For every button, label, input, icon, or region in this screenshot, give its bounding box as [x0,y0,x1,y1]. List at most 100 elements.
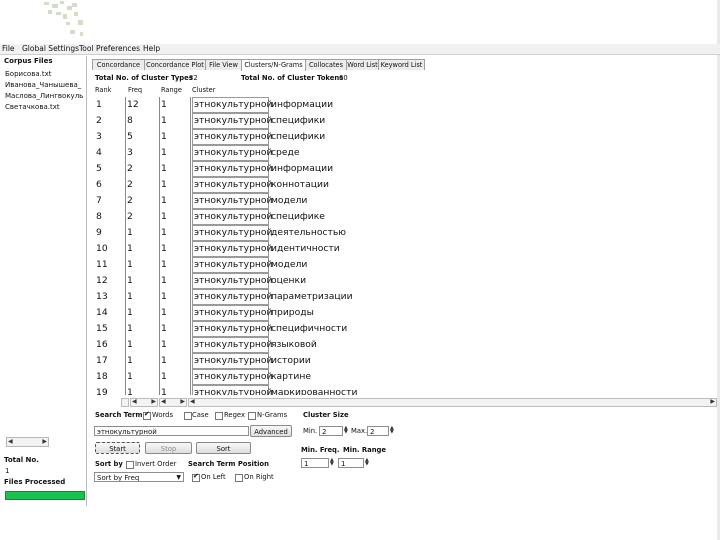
column-divider [190,385,191,395]
search-term-input[interactable]: этнокультурной [94,426,249,436]
cell-range: 1 [161,131,167,142]
column-divider [125,209,126,225]
column-divider [125,305,126,321]
scroll-left-icon[interactable]: ◀ [8,438,13,446]
start-button[interactable]: Start [95,442,140,454]
corpus-file-item[interactable]: Маслова_Лингвокуль [5,92,85,101]
cluster-types-value: 32 [189,74,198,82]
column-divider [190,97,191,113]
tab-keyword-list[interactable]: Keyword List [378,59,425,70]
cell-range: 1 [161,243,167,254]
range-column-scrollbar[interactable]: ◀ ▶ [159,398,187,407]
column-divider [190,353,191,369]
table-row[interactable]: 4 3 1 этнокультурной среде [93,145,715,161]
tab-concordance-plot[interactable]: Concordance Plot [144,59,206,70]
table-row[interactable]: 8 2 1 этнокультурной специфике [93,209,715,225]
table-row[interactable]: 2 8 1 этнокультурной специфики [93,113,715,129]
table-row[interactable]: 6 2 1 этнокультурной коннотации [93,177,715,193]
scroll-right-icon[interactable]: ▶ [180,398,185,406]
on-right-checkbox[interactable] [235,474,243,482]
table-row[interactable]: 11 1 1 этнокультурной модели [93,257,715,273]
table-row[interactable]: 17 1 1 этнокультурной истории [93,353,715,369]
words-checkbox[interactable]: ✔ [143,410,151,420]
min-freq-stepper[interactable]: ▲ ▼ [330,458,334,467]
regex-checkbox[interactable] [215,412,223,420]
invert-order-checkbox[interactable] [126,461,134,469]
tab-clusters-ngrams[interactable]: Clusters/N-Grams [241,59,306,71]
cell-w1: этнокультурной [194,131,273,142]
corpus-file-item[interactable]: Борисова.txt [5,70,85,79]
column-header-cluster[interactable]: Cluster [192,86,215,94]
search-term-label: Search Term [95,411,143,419]
cell-freq: 2 [127,163,133,174]
min-range-input[interactable]: 1 [338,458,364,468]
scroll-left-icon[interactable]: ◀ [190,398,195,406]
scroll-right-icon[interactable]: ▶ [151,398,156,406]
corpus-file-item[interactable]: Иванова_Чанышева_ [5,81,85,90]
table-row[interactable]: 14 1 1 этнокультурной природы [93,305,715,321]
table-row[interactable]: 12 1 1 этнокультурной оценки [93,273,715,289]
tab-bar: Concordance Concordance Plot File View C… [92,59,720,71]
menu-file[interactable]: File [2,44,15,54]
tab-word-list[interactable]: Word List [346,59,379,70]
cell-freq: 2 [127,211,133,222]
tab-collocates[interactable]: Collocates [305,59,347,70]
min-size-stepper[interactable]: ▲ ▼ [344,426,348,435]
max-size-input[interactable]: 2 [367,426,389,436]
column-divider [125,145,126,161]
on-left-checkbox[interactable]: ✔ [192,472,200,482]
cell-w1: этнокультурной [194,243,273,254]
menu-help[interactable]: Help [143,44,160,54]
table-row[interactable]: 13 1 1 этнокультурной параметризации [93,289,715,305]
column-divider [159,225,160,241]
cell-rank: 3 [96,131,102,142]
advanced-button[interactable]: Advanced [250,425,292,437]
menu-global-settings[interactable]: Global Settings [22,44,79,54]
table-row[interactable]: 18 1 1 этнокультурной картине [93,369,715,385]
cell-w2: природы [271,307,314,318]
chevron-down-icon[interactable]: ▼ [176,473,181,481]
scroll-right-icon[interactable]: ▶ [42,438,47,446]
tab-file-view[interactable]: File View [205,59,242,70]
cluster-column-scrollbar[interactable]: ◀ ▶ [188,398,717,407]
scroll-left-icon[interactable]: ◀ [132,398,137,406]
table-row[interactable]: 19 1 1 этнокультурной маркированности [93,385,715,395]
table-row[interactable]: 3 5 1 этнокультурной специфики [93,129,715,145]
table-row[interactable]: 9 1 1 этнокультурной деятельностью [93,225,715,241]
min-freq-input[interactable]: 1 [301,458,329,468]
table-row[interactable]: 1 12 1 этнокультурной информации [93,97,715,113]
stop-button[interactable]: Stop [145,442,192,454]
search-term-position-label: Search Term Position [188,460,269,468]
left-panel-scrollbar[interactable]: ◀ ▶ [6,437,49,447]
min-range-stepper[interactable]: ▲ ▼ [365,458,369,467]
table-row[interactable]: 16 1 1 этнокультурной языковой [93,337,715,353]
table-row[interactable]: 5 2 1 этнокультурной информации [93,161,715,177]
table-row[interactable]: 7 2 1 этнокультурной модели [93,193,715,209]
column-header-range[interactable]: Range [161,86,182,94]
menu-tool-preferences[interactable]: Tool Preferences [79,44,140,54]
sort-button[interactable]: Sort [196,442,251,454]
cell-range: 1 [161,147,167,158]
table-row[interactable]: 10 1 1 этнокультурной идентичности [93,241,715,257]
freq-column-scrollbar[interactable]: ◀ ▶ [130,398,158,407]
sort-by-selected-value: Sort by Freq [97,474,140,482]
column-header-freq[interactable]: Freq [128,86,142,94]
scroll-left-icon[interactable]: ◀ [161,398,166,406]
max-size-stepper[interactable]: ▲ ▼ [390,426,394,435]
cell-range: 1 [161,387,167,395]
table-row[interactable]: 15 1 1 этнокультурной специфичности [93,321,715,337]
sort-by-select[interactable]: Sort by Freq ▼ [94,472,184,482]
cell-freq: 1 [127,355,133,366]
case-checkbox[interactable] [184,412,192,420]
corpus-file-item[interactable]: Светачкова.txt [5,103,85,112]
ngrams-checkbox[interactable] [248,412,256,420]
tab-concordance[interactable]: Concordance [92,59,145,70]
column-divider [190,241,191,257]
column-header-rank[interactable]: Rank [95,86,111,94]
rank-column-scrollbar[interactable] [121,398,129,407]
cell-freq: 1 [127,291,133,302]
column-divider [159,113,160,129]
cell-w1: этнокультурной [194,147,273,158]
min-size-input[interactable]: 2 [319,426,343,436]
scroll-right-icon[interactable]: ▶ [710,398,715,406]
